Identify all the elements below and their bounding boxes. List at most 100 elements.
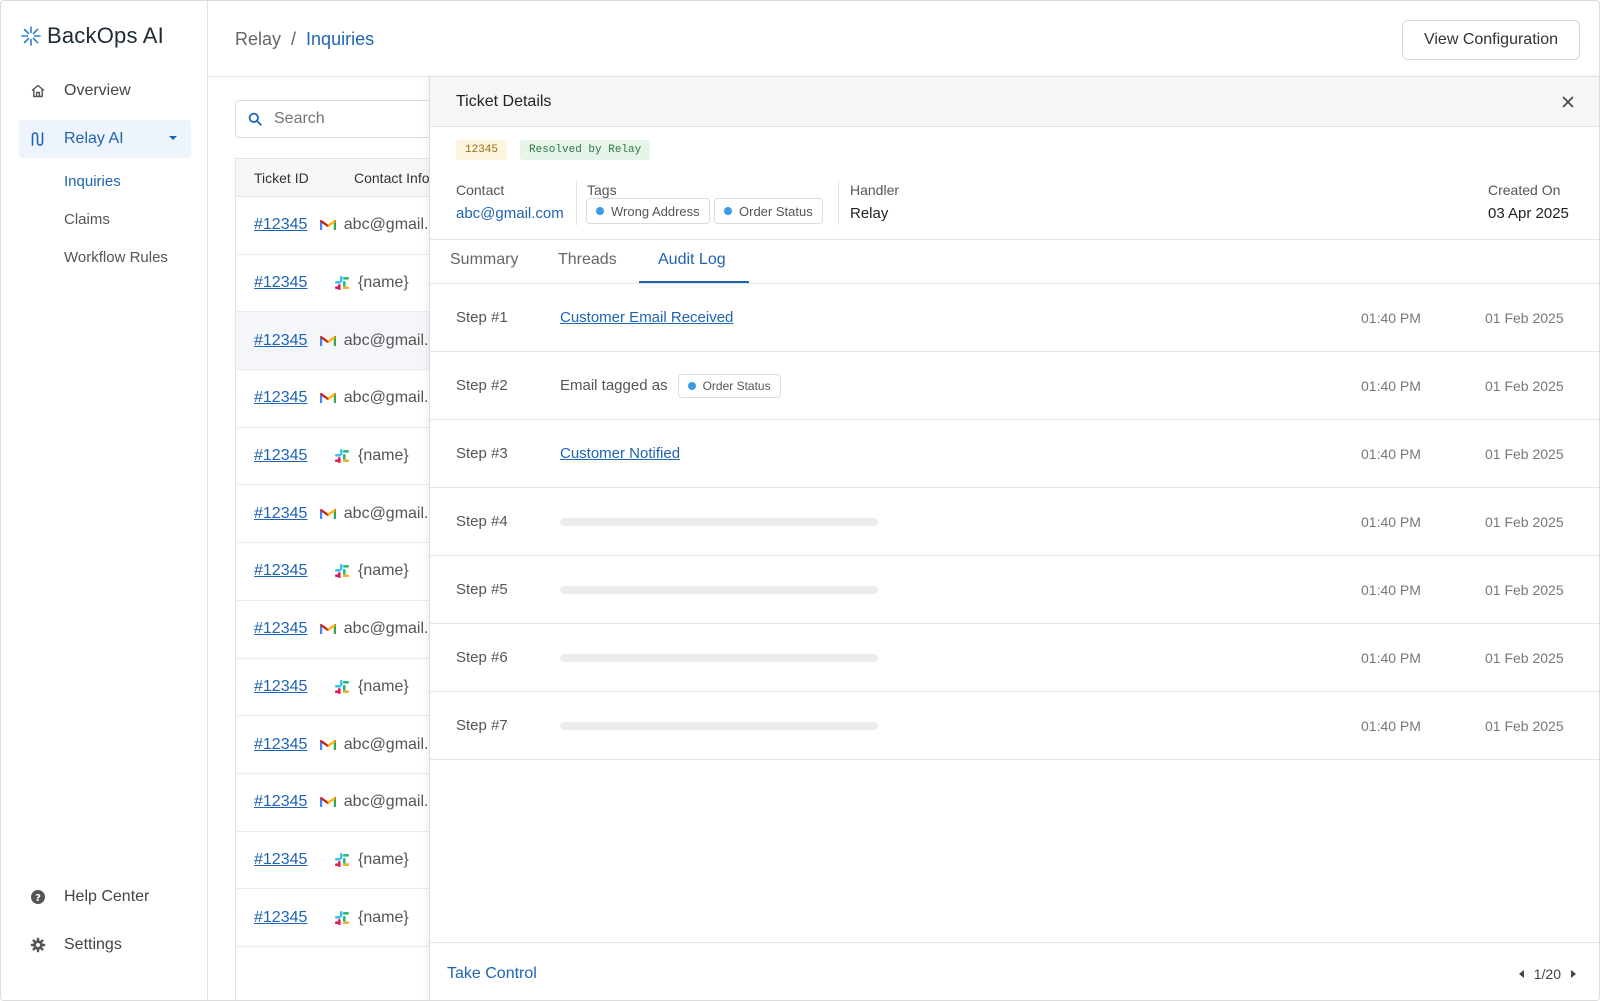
meta-divider (838, 181, 839, 225)
table-row[interactable]: #12345 abc@gmail.com (236, 312, 434, 371)
table-row[interactable]: #12345 abc@gmail.com (236, 716, 434, 774)
tag-wrong-address[interactable]: Wrong Address (586, 198, 710, 224)
contact-text: {name} (358, 908, 409, 926)
tab-threads[interactable]: Threads (558, 251, 617, 269)
take-control-button[interactable]: Take Control (447, 965, 537, 983)
audit-step-row: Step #5 01:40 PM 01 Feb 2025 (430, 556, 1599, 624)
contact-text: abc@gmail.com (343, 620, 434, 638)
ticket-id-link[interactable]: #12345 (236, 274, 334, 292)
audit-step-row: Step #4 01:40 PM 01 Feb 2025 (430, 488, 1599, 556)
chevron-down-icon[interactable] (169, 136, 177, 140)
step-date: 01 Feb 2025 (1485, 717, 1564, 734)
ticket-id-link[interactable]: #12345 (236, 332, 320, 350)
nav-workflow-rules[interactable]: Workflow Rules (64, 249, 168, 266)
nav-relay-ai[interactable]: Relay AI (19, 120, 191, 158)
audit-step-row: Step #7 01:40 PM 01 Feb 2025 (430, 692, 1599, 760)
close-icon[interactable] (1559, 93, 1577, 111)
search-box[interactable] (235, 100, 445, 138)
tab-audit-log[interactable]: Audit Log (658, 251, 726, 269)
nav-overview[interactable]: Overview (19, 72, 191, 110)
table-row[interactable]: #12345 {name} (236, 659, 434, 717)
step-action-link[interactable]: Customer Email Received (560, 309, 733, 326)
logo[interactable]: BackOps AI (21, 23, 164, 49)
contact-text: {name} (358, 274, 409, 292)
step-number: Step #7 (456, 717, 508, 734)
table-row[interactable]: #12345 abc@gmail.com (236, 197, 434, 255)
panel-header: Ticket Details (430, 77, 1599, 127)
help-icon: ? (28, 889, 48, 905)
contact-text: abc@gmail.com (343, 331, 434, 349)
table-row[interactable]: #12345 abc@gmail.com (236, 601, 434, 659)
table-row[interactable]: #12345 {name} (236, 832, 434, 890)
contact-text: abc@gmail.com (343, 216, 434, 234)
slack-icon (334, 679, 350, 695)
table-row[interactable]: #12345 {name} (236, 889, 434, 947)
nav-settings[interactable]: Settings (19, 926, 191, 964)
contact-cell: {name} (334, 851, 409, 869)
table-row[interactable]: #12345 abc@gmail.com (236, 774, 434, 832)
loading-skeleton (560, 517, 878, 526)
contact-cell: abc@gmail.com (319, 389, 434, 407)
ticket-id-link[interactable]: #12345 (236, 736, 320, 754)
column-header-ticket-id[interactable]: Ticket ID (236, 170, 354, 186)
panel-footer: Take Control 1/20 (430, 942, 1599, 1000)
step-action-text: Email tagged as (560, 377, 668, 394)
tab-summary[interactable]: Summary (450, 251, 518, 269)
ticket-id-link[interactable]: #12345 (236, 389, 320, 407)
slack-icon (334, 910, 350, 926)
ticket-id-link[interactable]: #12345 (236, 447, 334, 465)
contact-cell: {name} (334, 447, 409, 465)
step-number: Step #4 (456, 513, 508, 530)
contact-text: {name} (358, 677, 409, 695)
chevron-right-icon[interactable] (1571, 970, 1576, 978)
contact-cell: abc@gmail.com (319, 504, 434, 523)
contact-text: abc@gmail.com (343, 504, 434, 522)
nav-relay-ai-label: Relay AI (64, 130, 124, 147)
breadcrumb-root[interactable]: Relay (235, 29, 281, 50)
step-action-link[interactable]: Customer Notified (560, 445, 680, 462)
table-row[interactable]: #12345 abc@gmail.com (236, 485, 434, 544)
tag-label: Order Status (702, 378, 771, 393)
gmail-icon (319, 219, 336, 231)
ticket-id-link[interactable]: #12345 (236, 909, 334, 927)
column-header-contact-info[interactable]: Contact Info (354, 170, 430, 186)
gmail-icon (319, 739, 336, 751)
contact-cell: abc@gmail.com (319, 793, 434, 811)
table-row[interactable]: #12345 {name} (236, 543, 434, 601)
view-configuration-button[interactable]: View Configuration (1402, 20, 1580, 60)
tag-order-status[interactable]: Order Status (714, 198, 823, 224)
ticket-id-link[interactable]: #12345 (236, 793, 320, 811)
table-row[interactable]: #12345 abc@gmail.com (236, 370, 434, 428)
relay-icon (28, 131, 48, 147)
gmail-icon (319, 796, 336, 808)
slack-icon (334, 563, 350, 579)
panel-title: Ticket Details (456, 92, 552, 110)
ticket-id-link[interactable]: #12345 (236, 678, 334, 696)
sparkle-logo-icon (21, 26, 41, 46)
audit-step-row: Step #1 Customer Email Received 01:40 PM 01… (430, 284, 1599, 352)
ticket-id-link[interactable]: #12345 (236, 620, 320, 638)
step-date: 01 Feb 2025 (1485, 377, 1564, 394)
tickets-table: Ticket ID Contact Info #12345 abc@gmail.c… (235, 158, 435, 1000)
ticket-id-link[interactable]: #12345 (236, 562, 334, 580)
contact-text: {name} (358, 562, 409, 580)
step-tag-order-status[interactable]: Order Status (677, 373, 781, 398)
gmail-icon (319, 508, 336, 520)
table-row[interactable]: #12345 {name} (236, 255, 434, 313)
ticket-id-link[interactable]: #12345 (236, 505, 320, 523)
ticket-id-link[interactable]: #12345 (236, 216, 320, 234)
ticket-id-link[interactable]: #12345 (236, 851, 334, 869)
step-time: 01:40 PM (1361, 377, 1421, 394)
nav-claims[interactable]: Claims (64, 211, 110, 228)
contact-value[interactable]: abc@gmail.com (456, 205, 564, 222)
step-date: 01 Feb 2025 (1485, 581, 1564, 598)
contact-text: {name} (358, 447, 409, 465)
contact-cell: abc@gmail.com (319, 620, 434, 638)
search-input[interactable] (274, 110, 424, 128)
chevron-left-icon[interactable] (1518, 970, 1524, 978)
gmail-icon (319, 623, 336, 635)
nav-help-center[interactable]: ? Help Center (19, 878, 191, 916)
table-row[interactable]: #12345 {name} (236, 428, 434, 486)
nav-inquiries[interactable]: Inquiries (64, 173, 121, 190)
step-action: Email tagged as Order Status (560, 373, 781, 398)
